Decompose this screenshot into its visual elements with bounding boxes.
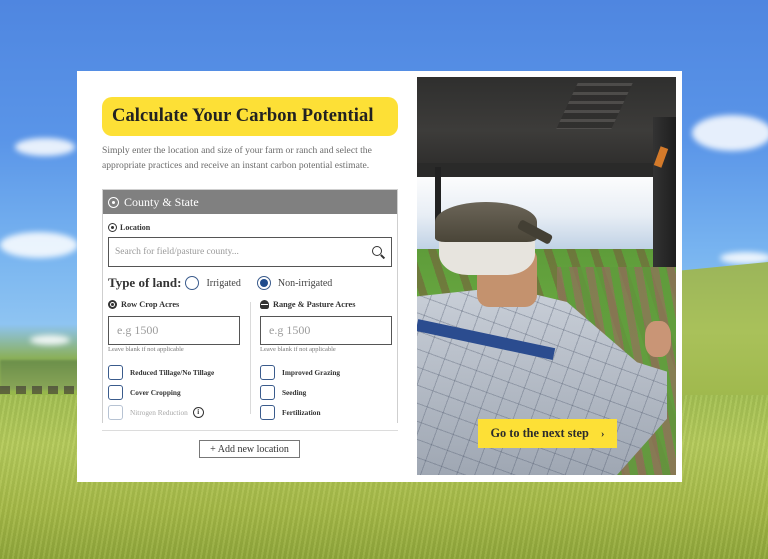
photo-roof-edge	[417, 163, 676, 177]
background-hill	[682, 262, 768, 402]
next-step-button[interactable]: Go to the next step ›	[478, 419, 617, 448]
row-crop-label: Row Crop Acres	[108, 298, 240, 310]
location-search-input[interactable]	[115, 247, 371, 257]
acreage-columns: Row Crop Acres Leave blank if not applic…	[103, 298, 397, 420]
location-search-box[interactable]	[108, 237, 392, 267]
title-banner: Calculate Your Carbon Potential	[102, 97, 398, 136]
cover-cropping-label[interactable]: Cover Cropping	[130, 388, 181, 397]
irrigated-radio[interactable]	[185, 276, 200, 290]
range-pasture-label-text: Range & Pasture Acres	[273, 299, 356, 309]
background-cattle	[0, 386, 76, 394]
practice-nitrogen-reduction: Nitrogen Reduction i	[108, 402, 240, 422]
location-pin-icon	[108, 223, 117, 232]
nitrogen-reduction-checkbox	[108, 404, 123, 420]
practice-fertilization[interactable]: Fertilization	[260, 402, 392, 422]
divider	[102, 430, 398, 431]
search-icon[interactable]	[371, 245, 385, 259]
section-header: County & State	[103, 190, 397, 214]
improved-grazing-label[interactable]: Improved Grazing	[282, 368, 340, 377]
location-label: Location	[108, 223, 397, 232]
background-cloud	[15, 138, 75, 156]
location-pin-icon	[108, 196, 119, 208]
seeding-checkbox[interactable]	[260, 384, 275, 400]
photo-vehicle-pillar	[653, 117, 676, 267]
practice-improved-grazing[interactable]: Improved Grazing	[260, 362, 392, 382]
range-pasture-practices: Improved Grazing Seeding Fertilization	[260, 362, 392, 422]
row-crop-icon	[108, 299, 117, 309]
carbon-calculator-card: Calculate Your Carbon Potential Simply e…	[77, 71, 682, 482]
background-cloud	[30, 335, 70, 345]
column-divider	[250, 302, 251, 414]
photo-vehicle-roof	[417, 77, 676, 175]
location-label-text: Location	[120, 223, 151, 232]
range-pasture-hint: Leave blank if not applicable	[260, 346, 336, 353]
non-irrigated-radio-label[interactable]: Non-irrigated	[278, 278, 332, 289]
background-cloud	[0, 232, 78, 258]
reduced-tillage-label[interactable]: Reduced Tillage/No Tillage	[130, 368, 214, 377]
farmer-photo: Go to the next step ›	[417, 77, 676, 475]
seeding-label[interactable]: Seeding	[282, 388, 306, 397]
nitrogen-reduction-label: Nitrogen Reduction	[130, 407, 188, 417]
section-title: County & State	[124, 194, 199, 209]
add-location-button[interactable]: + Add new location	[199, 440, 300, 458]
range-pasture-column: Range & Pasture Acres Leave blank if not…	[260, 298, 392, 422]
background-cloud	[720, 252, 768, 264]
range-pasture-label: Range & Pasture Acres	[260, 298, 392, 310]
background-cloud	[692, 115, 768, 151]
row-crop-hint: Leave blank if not applicable	[108, 346, 184, 353]
range-pasture-icon	[260, 299, 269, 309]
county-state-section: County & State Location Type of land: Ir…	[102, 189, 398, 423]
page-title: Calculate Your Carbon Potential	[112, 106, 374, 126]
next-step-label: Go to the next step	[490, 426, 589, 440]
chevron-right-icon: ›	[600, 427, 605, 440]
fertilization-label[interactable]: Fertilization	[282, 408, 321, 417]
fertilization-checkbox[interactable]	[260, 404, 275, 420]
info-icon[interactable]: i	[192, 406, 204, 418]
reduced-tillage-checkbox[interactable]	[108, 364, 123, 380]
non-irrigated-radio[interactable]	[256, 276, 271, 290]
practice-cover-cropping[interactable]: Cover Cropping	[108, 382, 240, 402]
row-crop-acres-input[interactable]	[108, 316, 240, 345]
photo-farmer-hand	[645, 321, 671, 357]
calculator-form: Calculate Your Carbon Potential Simply e…	[102, 97, 398, 423]
cover-cropping-checkbox[interactable]	[108, 384, 123, 400]
land-type-label: Type of land:	[108, 275, 182, 290]
intro-text: Simply enter the location and size of yo…	[102, 145, 372, 171]
range-pasture-acres-input[interactable]	[260, 316, 392, 345]
row-crop-practices: Reduced Tillage/No Tillage Cover Croppin…	[108, 362, 240, 422]
land-type-group: Type of land: Irrigated Non-irrigated	[108, 275, 397, 291]
row-crop-column: Row Crop Acres Leave blank if not applic…	[108, 298, 240, 422]
improved-grazing-checkbox[interactable]	[260, 364, 275, 380]
practice-reduced-tillage[interactable]: Reduced Tillage/No Tillage	[108, 362, 240, 382]
irrigated-radio-label[interactable]: Irrigated	[206, 278, 240, 289]
row-crop-label-text: Row Crop Acres	[121, 299, 180, 309]
practice-seeding[interactable]: Seeding	[260, 382, 392, 402]
